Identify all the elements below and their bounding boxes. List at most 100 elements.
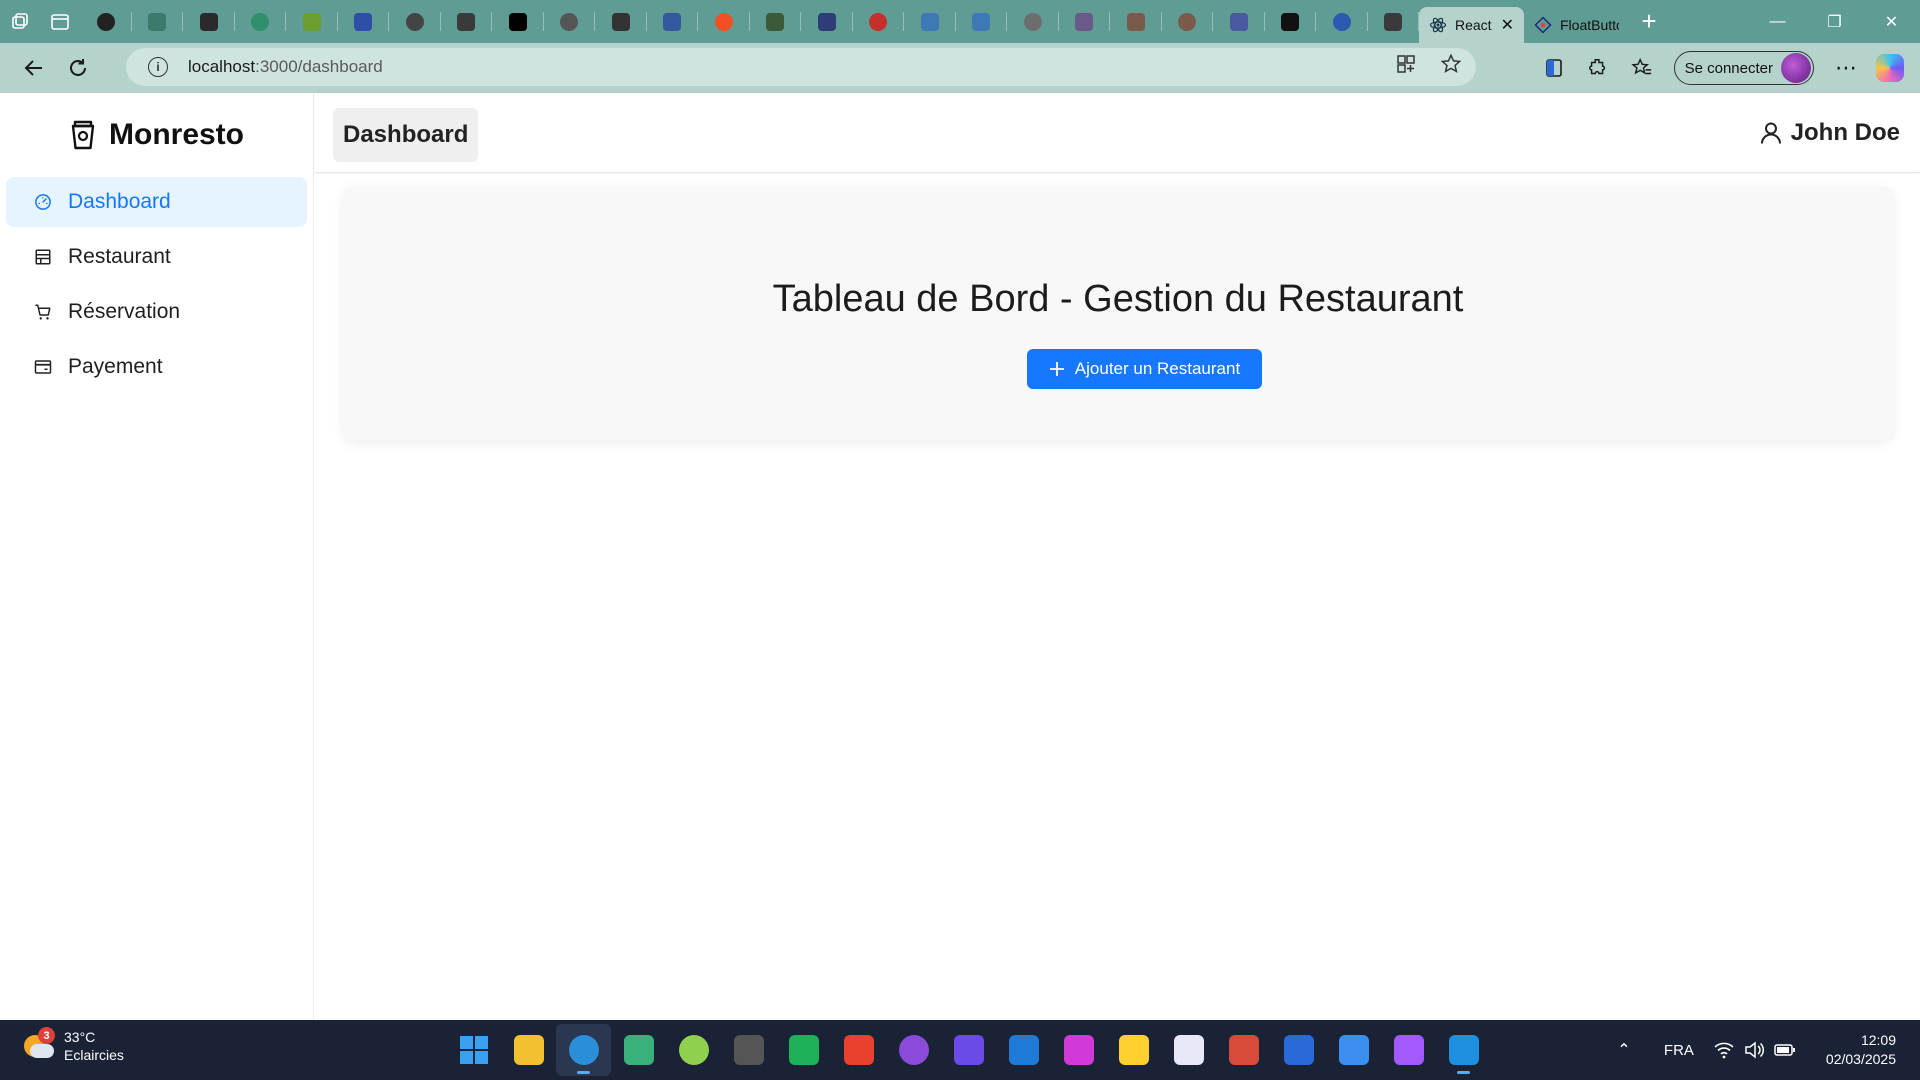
add-restaurant-button[interactable]: Ajouter un Restaurant	[1027, 349, 1262, 389]
sidebar-item-reservation[interactable]: Réservation	[6, 287, 307, 337]
extensions-icon[interactable]	[1576, 46, 1620, 90]
taskbar-app[interactable]	[831, 1024, 886, 1076]
tab-floatbutton[interactable]: FloatButton	[1524, 7, 1629, 43]
toolbar-right: Se connecter ⋯	[1532, 43, 1920, 93]
taskbar-app[interactable]	[1216, 1024, 1271, 1076]
main-content: Tableau de Bord - Gestion du Restaurant …	[315, 174, 1920, 1020]
close-window-icon[interactable]: ✕	[1863, 0, 1920, 43]
pinned-tab[interactable]	[286, 0, 338, 43]
signin-button[interactable]: Se connecter	[1673, 51, 1814, 85]
windows-start-icon	[459, 1035, 489, 1065]
credit-card-icon	[34, 360, 52, 374]
clock[interactable]: 12:09 02/03/2025	[1826, 1031, 1896, 1069]
new-tab-button[interactable]: +	[1629, 0, 1669, 43]
taskbar-app[interactable]	[1161, 1024, 1216, 1076]
plus-icon	[1049, 362, 1064, 376]
taskbar-app[interactable]	[666, 1024, 721, 1076]
favorite-star-icon[interactable]	[1440, 53, 1462, 81]
taskbar-app[interactable]	[611, 1024, 666, 1076]
diamond-app-icon	[623, 1035, 654, 1065]
taskbar-app[interactable]	[1051, 1024, 1106, 1076]
language-indicator[interactable]: FRA	[1664, 1042, 1694, 1059]
taskbar-app[interactable]	[941, 1024, 996, 1076]
antd-icon	[1534, 16, 1552, 34]
workspaces-icon[interactable]	[0, 0, 40, 43]
pinned-tab[interactable]	[595, 0, 647, 43]
taskbar-app[interactable]	[501, 1024, 556, 1076]
copilot-button[interactable]	[1868, 46, 1912, 90]
pinned-tab[interactable]	[1265, 0, 1317, 43]
taskbar-app[interactable]	[996, 1024, 1051, 1076]
sidebar-item-label: Réservation	[68, 300, 181, 323]
pinned-tab[interactable]	[1368, 0, 1420, 43]
taskbar-app[interactable]	[886, 1024, 941, 1076]
youtube-icon	[869, 12, 888, 31]
show-hidden-icons-icon[interactable]: ⌃	[1604, 1040, 1644, 1060]
pinned-tab[interactable]	[80, 0, 132, 43]
pinned-tab[interactable]	[1213, 0, 1265, 43]
reload-button[interactable]	[56, 46, 100, 90]
app-available-icon[interactable]	[1396, 54, 1416, 80]
system-tray: ⌃ FRA 12:09 02/03/2025	[1604, 1020, 1920, 1080]
pinned-tab[interactable]	[853, 0, 905, 43]
minimize-icon[interactable]: —	[1749, 0, 1806, 43]
sidebar-item-label: Restaurant	[68, 245, 171, 268]
pinned-tab[interactable]	[235, 0, 287, 43]
pinned-tab[interactable]	[132, 0, 184, 43]
pinned-tab[interactable]	[544, 0, 596, 43]
pinned-tab[interactable]	[338, 0, 390, 43]
more-menu-icon[interactable]: ⋯	[1824, 46, 1868, 90]
chart-icon	[354, 12, 373, 31]
taskbar-app[interactable]	[1326, 1024, 1381, 1076]
system-status[interactable]	[1714, 1041, 1796, 1059]
pinned-tab[interactable]	[1059, 0, 1111, 43]
pinned-tab[interactable]	[492, 0, 544, 43]
site-info-icon[interactable]: i	[148, 57, 168, 77]
pinned-tab[interactable]	[441, 0, 493, 43]
pinned-tab[interactable]	[389, 0, 441, 43]
tab-react[interactable]: React ✕	[1419, 7, 1524, 43]
pinned-tab[interactable]	[801, 0, 853, 43]
pinned-tab[interactable]	[698, 0, 750, 43]
sidebar-item-payement[interactable]: Payement	[6, 342, 307, 392]
address-bar[interactable]: i localhost:3000/dashboard	[126, 48, 1476, 86]
taskbar-app[interactable]	[1106, 1024, 1161, 1076]
split-screen-icon[interactable]	[1532, 46, 1576, 90]
pinned-tab[interactable]	[647, 0, 699, 43]
pinned-tab[interactable]	[1110, 0, 1162, 43]
sidebar-item-restaurant[interactable]: Restaurant	[6, 232, 307, 282]
pinned-tab[interactable]	[750, 0, 802, 43]
refresh-icon	[70, 59, 86, 76]
pinned-tab[interactable]	[956, 0, 1008, 43]
taskbar-app[interactable]	[446, 1024, 501, 1076]
magenta-app-icon	[1063, 1035, 1094, 1065]
restore-icon[interactable]: ❐	[1806, 0, 1863, 43]
tab-actions-icon[interactable]	[40, 0, 80, 43]
todo-icon	[1338, 1035, 1369, 1065]
url-text: localhost:3000/dashboard	[188, 57, 383, 76]
battery-icon	[1774, 1044, 1795, 1056]
user-menu[interactable]: John Doe	[1759, 93, 1900, 173]
pinned-tab[interactable]	[1316, 0, 1368, 43]
taskbar-app[interactable]	[721, 1024, 776, 1076]
pinned-tab[interactable]	[1162, 0, 1214, 43]
sidebar-item-label: Dashboard	[68, 190, 171, 213]
taskbar-app[interactable]	[556, 1024, 611, 1076]
close-tab-icon[interactable]: ✕	[1501, 15, 1514, 35]
taskbar-app[interactable]	[1271, 1024, 1326, 1076]
pinned-tab[interactable]	[904, 0, 956, 43]
taskbar-app[interactable]	[776, 1024, 831, 1076]
taskbar-app[interactable]	[1381, 1024, 1436, 1076]
caption-icon	[1384, 12, 1403, 31]
back-button[interactable]	[12, 46, 56, 90]
sidebar-item-dashboard[interactable]: Dashboard	[6, 177, 307, 227]
weather-widget[interactable]: 3 33°C Eclaircies	[22, 1027, 124, 1064]
window-controls: — ❐ ✕	[1749, 0, 1920, 43]
pinned-tab[interactable]	[183, 0, 235, 43]
favorites-icon[interactable]	[1620, 46, 1664, 90]
taskbar-app[interactable]	[1436, 1024, 1491, 1076]
pinned-tab[interactable]	[1007, 0, 1059, 43]
github-icon	[1281, 12, 1300, 31]
cloud-app-icon	[678, 1035, 709, 1065]
file-explorer-icon	[513, 1035, 544, 1065]
